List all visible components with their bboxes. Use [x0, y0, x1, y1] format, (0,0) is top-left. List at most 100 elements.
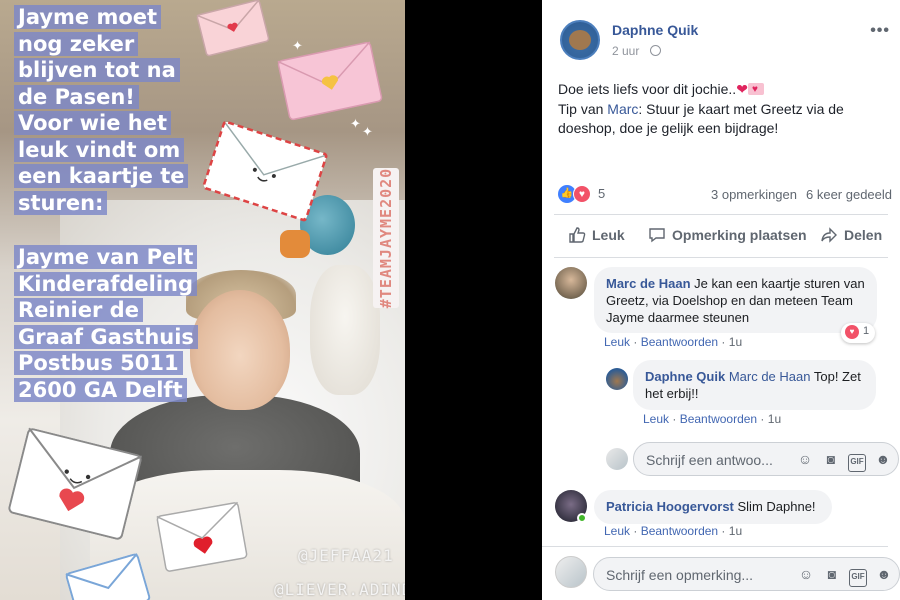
camera-icon[interactable]: ◙: [823, 565, 841, 583]
sticker-icon[interactable]: ☻: [875, 565, 893, 583]
story-caption: Jayme moet nog zeker blijven tot na de P…: [14, 4, 214, 403]
story-text-line: Voor wie het: [14, 111, 172, 135]
more-options-icon[interactable]: •••: [870, 22, 890, 40]
reply-like-link[interactable]: Leuk: [643, 412, 669, 426]
comment-button[interactable]: Opmerking plaatsen: [648, 226, 807, 244]
reply-input-icons: ☺ ◙ GIF ☻: [788, 450, 892, 472]
comment-reaction-badge[interactable]: ♥ 1: [841, 323, 876, 343]
comment-like-link[interactable]: Leuk: [604, 335, 630, 349]
globe-icon: [650, 45, 661, 56]
share-label: Delen: [844, 227, 883, 243]
reply-time[interactable]: 1u: [768, 412, 781, 426]
sparkle-icon: ✦: [362, 124, 373, 139]
reply-reply-link[interactable]: Beantwoorden: [680, 412, 757, 426]
love-reaction-icon[interactable]: ♥: [573, 185, 591, 203]
camera-icon[interactable]: ◙: [822, 450, 840, 468]
comment-time[interactable]: 1u: [729, 524, 742, 538]
hashtag-text: #TEAMJAYME2020: [377, 167, 395, 309]
commenter-name[interactable]: Patricia Hoogervorst: [606, 499, 734, 514]
reply-input-avatar: [606, 448, 628, 470]
story-text-line: de Pasen!: [14, 84, 139, 109]
gif-icon[interactable]: GIF: [848, 454, 866, 472]
post-timestamp[interactable]: 2 uur: [612, 44, 639, 58]
comment-input-icons: ☺ ◙ GIF ☻: [789, 565, 893, 587]
address-line: Kinderafdeling: [14, 271, 198, 296]
reply-mention-link[interactable]: Marc de Haan: [729, 369, 811, 384]
online-status-icon: [577, 513, 587, 523]
hashtag-sticker: #TEAMJAYME2020: [373, 168, 399, 308]
story-text-line: leuk vindt om: [14, 137, 185, 162]
comment-bubble: Patricia Hoogervorst Slim Daphne!: [594, 490, 832, 524]
post-header: Daphne Quik 2 uur •••: [560, 20, 890, 64]
love-letter-emoji-icon: [747, 80, 764, 100]
address-line: Postbus 5011: [14, 351, 183, 375]
story-text-line: Jayme moet: [14, 5, 162, 29]
sparkle-icon: ✦: [350, 116, 361, 131]
address-line: 2600 GA Delft: [14, 377, 187, 402]
tagged-user-link[interactable]: Marc: [607, 101, 638, 117]
post-tip-prefix: Tip van: [558, 100, 608, 117]
post-text-line-1: Doe iets liefs voor dit jochie..: [558, 81, 737, 97]
reply-avatar[interactable]: [606, 368, 628, 390]
story-text-line: sturen:: [14, 190, 108, 215]
address-line: Graaf Gasthuis: [14, 324, 198, 349]
comment-meta: Leuk · Beantwoorden · 1u: [604, 524, 743, 538]
reply-meta: Leuk · Beantwoorden · 1u: [643, 412, 782, 426]
comment-icon: [649, 228, 665, 243]
mention-sticker-1: @JEFFAA21: [298, 546, 394, 565]
sticker-icon[interactable]: ☻: [874, 450, 892, 468]
reactions-bar: 👍 ♥ 5 3 opmerkingen 6 keer gedeeld: [558, 184, 898, 206]
reply-author-name[interactable]: Daphne Quik: [645, 369, 725, 384]
commenter-name[interactable]: Marc de Haan: [606, 276, 691, 291]
author-name[interactable]: Daphne Quik: [612, 22, 698, 38]
emoji-icon[interactable]: ☺: [796, 450, 814, 468]
comment-meta: Leuk · Beantwoorden · 1u: [604, 335, 743, 349]
address-line: Reinier de: [14, 298, 143, 322]
comment-input[interactable]: Schrijf een opmerking... ☺ ◙ GIF ☻: [593, 557, 900, 591]
address-line: Jayme van Pelt: [14, 245, 198, 269]
comment-like-link[interactable]: Leuk: [604, 524, 630, 538]
comment-label: Opmerking plaatsen: [672, 227, 807, 243]
divider: [554, 214, 888, 215]
post-body: Doe iets liefs voor dit jochie..❤ Tip va…: [558, 80, 888, 139]
comments-count[interactable]: 3 opmerkingen: [711, 187, 797, 202]
reply-bubble: Daphne Quik Marc de Haan Top! Zet het er…: [633, 360, 876, 410]
comment-reply-link[interactable]: Beantwoorden: [641, 335, 718, 349]
story-text-line: een kaartje te: [14, 164, 189, 188]
reply-input[interactable]: Schrijf een antwoo... ☺ ◙ GIF ☻: [633, 442, 899, 476]
teddy-bear-avatar-image: [569, 30, 591, 50]
comments-section: Marc de Haan Je kan een kaartje sturen v…: [542, 258, 900, 600]
like-button[interactable]: Leuk: [568, 226, 625, 244]
reply-input-placeholder: Schrijf een antwoo...: [646, 452, 773, 468]
sparkle-icon: ✦: [292, 38, 303, 53]
gif-icon[interactable]: GIF: [849, 569, 867, 587]
author-avatar[interactable]: [560, 20, 600, 60]
shares-count[interactable]: 6 keer gedeeld: [806, 187, 892, 202]
love-reaction-icon: ♥: [845, 325, 859, 339]
thumbs-up-icon: [569, 227, 586, 243]
post-actions: Leuk Opmerking plaatsen Delen: [554, 222, 892, 252]
facebook-post: Daphne Quik 2 uur ••• Doe iets liefs voo…: [542, 0, 900, 600]
toy-detail: [280, 230, 310, 258]
divider: [542, 546, 888, 547]
share-icon: [821, 227, 837, 243]
reaction-count[interactable]: 5: [598, 186, 605, 201]
story-text-line: blijven tot na: [14, 58, 180, 82]
comment-bubble: Marc de Haan Je kan een kaartje sturen v…: [594, 267, 877, 333]
comment-text: Slim Daphne!: [737, 499, 816, 514]
comment-reaction-count: 1: [863, 325, 870, 337]
background-gap: [405, 0, 542, 600]
plush-lamb: [310, 265, 380, 395]
share-button[interactable]: Delen: [820, 226, 882, 244]
comment-time[interactable]: 1u: [729, 335, 742, 349]
red-heart-emoji-icon: ❤: [736, 81, 748, 97]
comment-reply-link[interactable]: Beantwoorden: [641, 524, 718, 538]
commenter-avatar[interactable]: [555, 267, 587, 299]
mention-sticker-2: @LIEVER.ADINDA: [274, 580, 405, 599]
current-user-avatar: [555, 556, 587, 588]
emoji-icon[interactable]: ☺: [797, 565, 815, 583]
comment-input-placeholder: Schrijf een opmerking...: [606, 567, 754, 583]
story-text-line: nog zeker: [14, 31, 139, 56]
like-label: Leuk: [592, 227, 625, 243]
story-image: ✦ ✦ ✦ Jayme moet nog zeker blijven tot n…: [0, 0, 405, 600]
